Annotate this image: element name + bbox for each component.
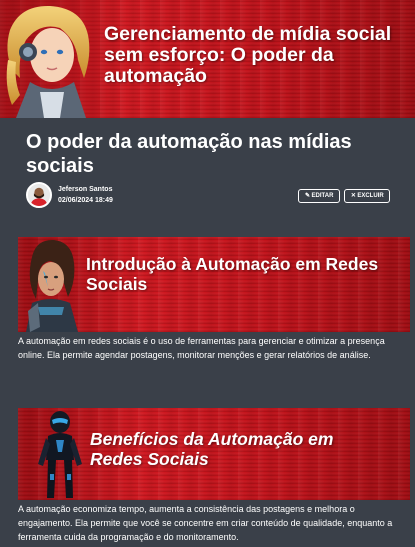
- hero-character-image: [0, 0, 100, 118]
- section-banner-intro: Introdução à Automação em Redes Sociais: [18, 237, 410, 332]
- avatar[interactable]: [26, 182, 52, 208]
- post-date: 02/06/2024 18:49: [58, 197, 113, 204]
- section-paragraph: A automação economiza tempo, aumenta a c…: [18, 504, 393, 542]
- section-banner-benefits: Benefícios da Automação em Redes Sociais: [18, 408, 410, 500]
- edit-button[interactable]: ✎EDITAR: [298, 189, 340, 203]
- hero-banner: Gerenciamento de mídia social sem esforç…: [0, 0, 415, 118]
- pencil-icon: ✎: [305, 193, 311, 199]
- section-character-image: [26, 239, 78, 332]
- section-robot-image: [38, 411, 82, 498]
- edit-button-label: EDITAR: [311, 193, 334, 199]
- delete-button-label: EXCLUIR: [357, 193, 384, 199]
- delete-button[interactable]: ✕EXCLUIR: [344, 189, 390, 203]
- post-title: O poder da automação nas mídias sociais: [26, 131, 352, 177]
- section-paragraph: A automação em redes sociais é o uso de …: [18, 336, 385, 360]
- section-banner-title: Introdução à Automação em Redes Sociais: [86, 254, 379, 294]
- author-avatar-image: [28, 184, 50, 206]
- x-icon: ✕: [350, 193, 356, 199]
- author-name[interactable]: Jeferson Santos: [58, 186, 112, 193]
- hero-title: Gerenciamento de mídia social sem esforç…: [104, 23, 392, 87]
- section-banner-title: Benefícios da Automação em Redes Sociais: [90, 429, 334, 469]
